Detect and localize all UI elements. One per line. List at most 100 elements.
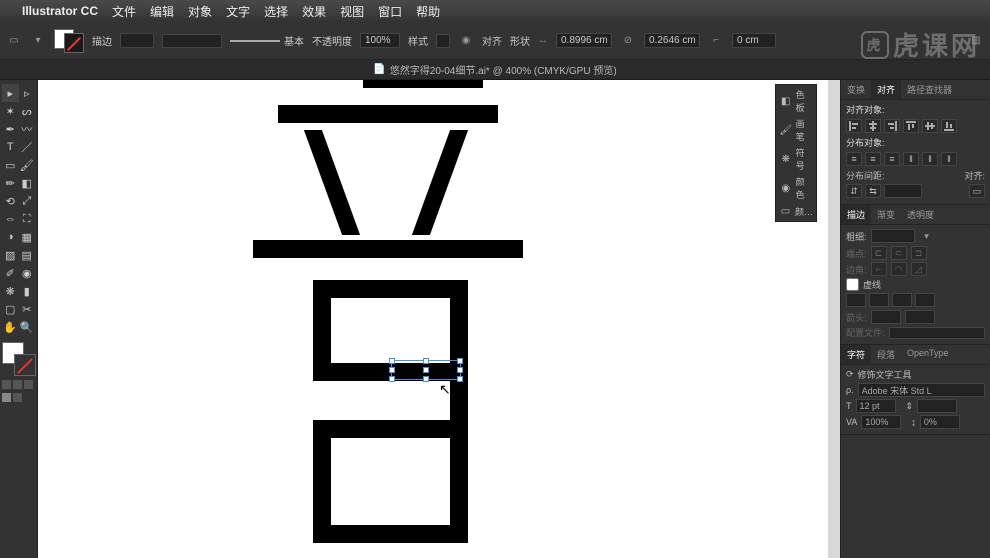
leading-input[interactable] xyxy=(917,399,957,413)
dash2[interactable] xyxy=(892,293,912,307)
gap2[interactable] xyxy=(915,293,935,307)
selection-bounding-box[interactable] xyxy=(391,360,461,380)
character-tabs[interactable]: 字符 段落 OpenType xyxy=(841,345,990,365)
touch-type-icon[interactable]: ⟳ xyxy=(846,369,854,380)
perspective-tool[interactable]: ▦ xyxy=(19,228,36,246)
tab-opentype[interactable]: OpenType xyxy=(901,345,955,364)
font-family-input[interactable] xyxy=(858,383,985,397)
align-vcenter[interactable] xyxy=(922,119,938,133)
color-mode-row[interactable] xyxy=(2,380,35,389)
tab-stroke[interactable]: 描边 xyxy=(841,205,871,224)
document-tab[interactable]: 📄 悠然字得20-04细节.ai* @ 400% (CMYK/GPU 预览) xyxy=(0,60,990,80)
join-round[interactable]: ◠ xyxy=(891,262,907,276)
arrow-start[interactable] xyxy=(871,310,901,324)
tab-align[interactable]: 对齐 xyxy=(871,80,901,99)
link-wh-icon[interactable]: ⊘ xyxy=(620,33,636,49)
mini-swatches[interactable]: ◧色板 xyxy=(779,88,813,114)
stroke-grad-tabs[interactable]: 描边 渐变 透明度 xyxy=(841,205,990,225)
menu-help[interactable]: 帮助 xyxy=(416,3,440,20)
dist-bottom[interactable]: ≡ xyxy=(884,152,900,166)
doc-info-icon[interactable]: ◉ xyxy=(458,33,474,49)
free-transform-tool[interactable]: ⛶ xyxy=(19,210,36,228)
dist-hcenter[interactable]: ‖ xyxy=(922,152,938,166)
collapsed-panel-dock[interactable]: ◧色板 🖌画笔 ❋符号 ◉颜色 ▭颜… xyxy=(775,84,817,222)
tab-transparency[interactable]: 透明度 xyxy=(901,205,940,224)
menu-edit[interactable]: 编辑 xyxy=(150,3,174,20)
gap1[interactable] xyxy=(869,293,889,307)
paintbrush-tool[interactable]: 🖌 xyxy=(19,156,36,174)
opacity-input[interactable] xyxy=(360,33,400,48)
mini-color[interactable]: ◉颜色 xyxy=(779,175,813,201)
tab-transform[interactable]: 变换 xyxy=(841,80,871,99)
eraser-tool[interactable]: ◧ xyxy=(19,174,36,192)
fill-stroke-swatch[interactable] xyxy=(54,29,84,53)
shape-width-input[interactable] xyxy=(556,33,612,48)
lasso-tool[interactable]: ᔕ xyxy=(19,102,36,120)
mini-symbols[interactable]: ❋符号 xyxy=(779,146,813,172)
font-search-icon[interactable]: ρ. xyxy=(846,385,854,395)
symbol-sprayer-tool[interactable]: ❋ xyxy=(2,282,19,300)
dist-left[interactable]: ‖ xyxy=(903,152,919,166)
dist-spacing-input[interactable] xyxy=(884,184,922,198)
curvature-tool[interactable]: 〰 xyxy=(19,120,36,138)
tab-gradient[interactable]: 渐变 xyxy=(871,205,901,224)
shape-builder-tool[interactable]: ◑ xyxy=(2,228,19,246)
transform-align-tabs[interactable]: 变换 对齐 路径查找器 xyxy=(841,80,990,100)
font-size-input[interactable] xyxy=(856,399,896,413)
align-to-selection[interactable]: ▭ xyxy=(969,184,985,198)
canvas[interactable]: ↖ xyxy=(38,80,840,558)
dist-top[interactable]: ≡ xyxy=(846,152,862,166)
menu-window[interactable]: 窗口 xyxy=(378,3,402,20)
width-tool[interactable]: ⇔ xyxy=(2,210,19,228)
mini-brushes[interactable]: 🖌画笔 xyxy=(779,117,813,143)
panel-menu-icon[interactable]: ▥ xyxy=(968,33,984,49)
screen-mode-row[interactable] xyxy=(2,393,35,402)
tab-character[interactable]: 字符 xyxy=(841,345,871,364)
magic-wand-tool[interactable]: ✶ xyxy=(2,102,19,120)
shape-height-input[interactable] xyxy=(644,33,700,48)
arrow-end[interactable] xyxy=(905,310,935,324)
mesh-tool[interactable]: ▨ xyxy=(2,246,19,264)
brush-def[interactable]: 基本 xyxy=(230,33,304,48)
direct-selection-tool[interactable]: ▹ xyxy=(19,84,36,102)
menu-file[interactable]: 文件 xyxy=(112,3,136,20)
align-top[interactable] xyxy=(903,119,919,133)
slice-tool[interactable]: ✂ xyxy=(19,300,36,318)
tab-pathfinder[interactable]: 路径查找器 xyxy=(901,80,958,99)
stroke-weight-rinput[interactable] xyxy=(871,229,915,243)
rectangle-tool[interactable]: ▭ xyxy=(2,156,19,174)
align-label[interactable]: 对齐 xyxy=(482,33,502,48)
shaper-tool[interactable]: ✏ xyxy=(2,174,19,192)
rotate-tool[interactable]: ⟲ xyxy=(2,192,19,210)
cap-butt[interactable]: ⊏ xyxy=(871,246,887,260)
dash1[interactable] xyxy=(846,293,866,307)
dist-vspace[interactable]: ⇵ xyxy=(846,184,862,198)
stroke-weight-stepper[interactable]: ▾ xyxy=(919,228,935,244)
stroke-weight-input[interactable] xyxy=(120,33,154,48)
cap-square[interactable]: ⊐ xyxy=(911,246,927,260)
tab-paragraph[interactable]: 段落 xyxy=(871,345,901,364)
fill-stroke-color[interactable] xyxy=(2,342,36,376)
baseline-input[interactable] xyxy=(920,415,960,429)
gradient-tool[interactable]: ▤ xyxy=(19,246,36,264)
join-miter[interactable]: ⌐ xyxy=(871,262,887,276)
graphic-style[interactable] xyxy=(436,34,450,48)
align-bottom[interactable] xyxy=(941,119,957,133)
tracking-input[interactable] xyxy=(861,415,901,429)
mini-colorguide[interactable]: ▭颜… xyxy=(779,204,813,218)
selection-tool[interactable]: ▸ xyxy=(2,84,19,102)
dist-hspace[interactable]: ⇆ xyxy=(865,184,881,198)
menu-object[interactable]: 对象 xyxy=(188,3,212,20)
menu-view[interactable]: 视图 xyxy=(340,3,364,20)
eyedropper-tool[interactable]: ✐ xyxy=(2,264,19,282)
type-tool[interactable]: T xyxy=(2,138,19,156)
cap-round[interactable]: ⊂ xyxy=(891,246,907,260)
zoom-tool[interactable]: 🔍 xyxy=(19,318,36,336)
blend-tool[interactable]: ◉ xyxy=(19,264,36,282)
stroke-profile[interactable] xyxy=(162,34,222,48)
dist-right[interactable]: ‖ xyxy=(941,152,957,166)
touch-type-label[interactable]: 修饰文字工具 xyxy=(858,368,912,381)
corner-radius-input[interactable] xyxy=(732,33,776,48)
chevron-down-icon[interactable]: ▾ xyxy=(30,33,46,49)
dashed-checkbox[interactable] xyxy=(846,278,859,291)
